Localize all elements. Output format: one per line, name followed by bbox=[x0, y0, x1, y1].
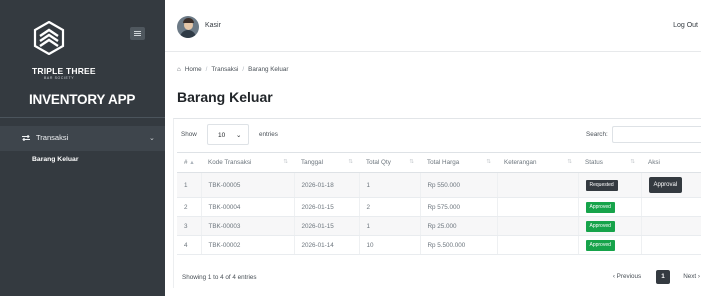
show-label: Show bbox=[181, 131, 197, 138]
home-icon: ⌂ bbox=[177, 66, 181, 73]
table-header-row: # ▲ Kode Transaksi ⇅ Tanggal ⇅ Total Qty ⇅ … bbox=[177, 152, 701, 173]
status-badge: Approved bbox=[585, 220, 615, 232]
cell-status: Approved bbox=[578, 197, 642, 217]
brand-subtitle: BAR SOCIETY bbox=[44, 76, 75, 80]
cell-qty: 1 bbox=[359, 172, 421, 198]
cell-no: 3 bbox=[177, 216, 202, 236]
cell-kode: TBK-00005 bbox=[201, 172, 295, 198]
avatar[interactable] bbox=[177, 16, 199, 38]
cell-qty: 10 bbox=[359, 235, 421, 255]
page-title: Barang Keluar bbox=[177, 89, 273, 105]
cell-harga: Rp 25.000 bbox=[420, 216, 498, 236]
cell-kode: TBK-00003 bbox=[201, 216, 295, 236]
brand-area: TRIPLE THREE BAR SOCIETY INVENTORY APP bbox=[0, 0, 165, 118]
breadcrumb-separator: / bbox=[205, 66, 208, 73]
app-title: INVENTORY APP bbox=[29, 92, 136, 107]
sidebar: TRIPLE THREE BAR SOCIETY INVENTORY APP T… bbox=[0, 0, 165, 296]
status-badge: Approved bbox=[585, 201, 615, 213]
sidebar-subitem-barang-keluar[interactable]: Barang Keluar bbox=[32, 156, 78, 163]
pagination-page-1[interactable]: 1 bbox=[656, 269, 670, 284]
cell-status: Requested bbox=[578, 172, 642, 198]
chevron-down-icon: ⌄ bbox=[236, 132, 242, 139]
header-status[interactable]: Status ⇅ bbox=[578, 152, 641, 173]
cell-status: Approved bbox=[578, 216, 642, 236]
breadcrumb: ⌂ Home / Transaksi / Barang Keluar bbox=[177, 66, 288, 73]
breadcrumb-separator: / bbox=[242, 66, 245, 73]
breadcrumb-transaksi[interactable]: Transaksi bbox=[211, 66, 238, 73]
hamburger-icon bbox=[134, 33, 141, 34]
search-input[interactable] bbox=[612, 126, 701, 143]
cell-aksi bbox=[641, 197, 701, 217]
cell-tanggal: 2026-01-18 bbox=[294, 172, 360, 198]
sort-icon: ⇅ bbox=[348, 159, 353, 165]
cell-keterangan bbox=[497, 216, 579, 236]
cell-aksi bbox=[641, 235, 701, 255]
chevron-down-icon: ⌄ bbox=[149, 135, 155, 142]
table-row: 1 TBK-00005 2026-01-18 1 Rp 550.000 Requ… bbox=[177, 172, 701, 198]
cell-qty: 2 bbox=[359, 197, 421, 217]
sort-icon: ⇅ bbox=[409, 159, 414, 165]
cell-keterangan bbox=[497, 197, 579, 217]
cell-aksi bbox=[641, 216, 701, 236]
header-qty[interactable]: Total Qty ⇅ bbox=[359, 152, 420, 173]
sort-icon: ⇅ bbox=[486, 159, 491, 165]
sort-icon: ⇅ bbox=[283, 159, 288, 165]
topbar: Kasir Log Out bbox=[165, 0, 701, 52]
sort-asc-icon: ▲ bbox=[189, 160, 195, 166]
sort-icon: ⇅ bbox=[567, 159, 572, 165]
cell-tanggal: 2026-01-14 bbox=[294, 235, 360, 255]
cell-qty: 1 bbox=[359, 216, 421, 236]
exchange-icon bbox=[22, 135, 30, 141]
cell-keterangan bbox=[497, 235, 579, 255]
cell-aksi: Approval bbox=[641, 172, 701, 198]
cell-kode: TBK-00004 bbox=[201, 197, 295, 217]
header-harga[interactable]: Total Harga ⇅ bbox=[420, 152, 497, 173]
cell-no: 2 bbox=[177, 197, 202, 217]
sidebar-item-transaksi[interactable]: Transaksi ⌄ bbox=[0, 126, 165, 151]
entries-value: 10 bbox=[218, 132, 226, 139]
cell-harga: Rp 550.000 bbox=[420, 172, 498, 198]
user-name: Kasir bbox=[205, 22, 221, 29]
status-badge: Approved bbox=[585, 239, 615, 251]
header-aksi[interactable]: Aksi bbox=[641, 152, 701, 173]
sidebar-item-label: Transaksi bbox=[36, 133, 69, 142]
entries-select[interactable]: 10 ⌄ bbox=[207, 124, 249, 145]
pagination: ‹ Previous 1 Next › bbox=[604, 269, 700, 284]
cell-no: 4 bbox=[177, 235, 202, 255]
cell-harga: Rp 575.000 bbox=[420, 197, 498, 217]
sidebar-toggle-button[interactable] bbox=[130, 27, 145, 40]
header-keterangan[interactable]: Keterangan ⇅ bbox=[497, 152, 578, 173]
data-table: # ▲ Kode Transaksi ⇅ Tanggal ⇅ Total Qty ⇅ … bbox=[177, 152, 701, 255]
brand-name: TRIPLE THREE bbox=[32, 66, 96, 76]
cell-tanggal: 2026-01-15 bbox=[294, 197, 360, 217]
entries-label: entries bbox=[259, 131, 278, 138]
cell-keterangan bbox=[497, 172, 579, 198]
cell-tanggal: 2026-01-15 bbox=[294, 216, 360, 236]
table-row: 2 TBK-00004 2026-01-15 2 Rp 575.000 Appr… bbox=[177, 197, 701, 217]
header-tanggal[interactable]: Tanggal ⇅ bbox=[294, 152, 359, 173]
sort-icon: ⇅ bbox=[630, 159, 635, 165]
pagination-next[interactable]: Next › bbox=[670, 273, 700, 280]
cell-status: Approved bbox=[578, 235, 642, 255]
header-no[interactable]: # ▲ bbox=[177, 152, 201, 173]
header-kode[interactable]: Kode Transaksi ⇅ bbox=[201, 152, 294, 173]
brand-logo-icon bbox=[33, 21, 65, 55]
table-row: 3 TBK-00003 2026-01-15 1 Rp 25.000 Appro… bbox=[177, 216, 701, 236]
cell-harga: Rp 5.500.000 bbox=[420, 235, 498, 255]
table-info: Showing 1 to 4 of 4 entries bbox=[182, 274, 257, 281]
app-root: TRIPLE THREE BAR SOCIETY INVENTORY APP T… bbox=[0, 0, 701, 296]
approval-button[interactable]: Approval bbox=[648, 177, 683, 193]
logout-link[interactable]: Log Out bbox=[673, 22, 698, 29]
cell-no: 1 bbox=[177, 172, 202, 198]
table-row: 4 TBK-00002 2026-01-14 10 Rp 5.500.000 A… bbox=[177, 235, 701, 255]
breadcrumb-current: Barang Keluar bbox=[248, 66, 289, 73]
cell-kode: TBK-00002 bbox=[201, 235, 295, 255]
breadcrumb-home[interactable]: Home bbox=[185, 66, 202, 73]
pagination-previous[interactable]: ‹ Previous bbox=[604, 273, 650, 280]
status-badge: Requested bbox=[585, 179, 618, 191]
search-label: Search: bbox=[586, 131, 608, 138]
